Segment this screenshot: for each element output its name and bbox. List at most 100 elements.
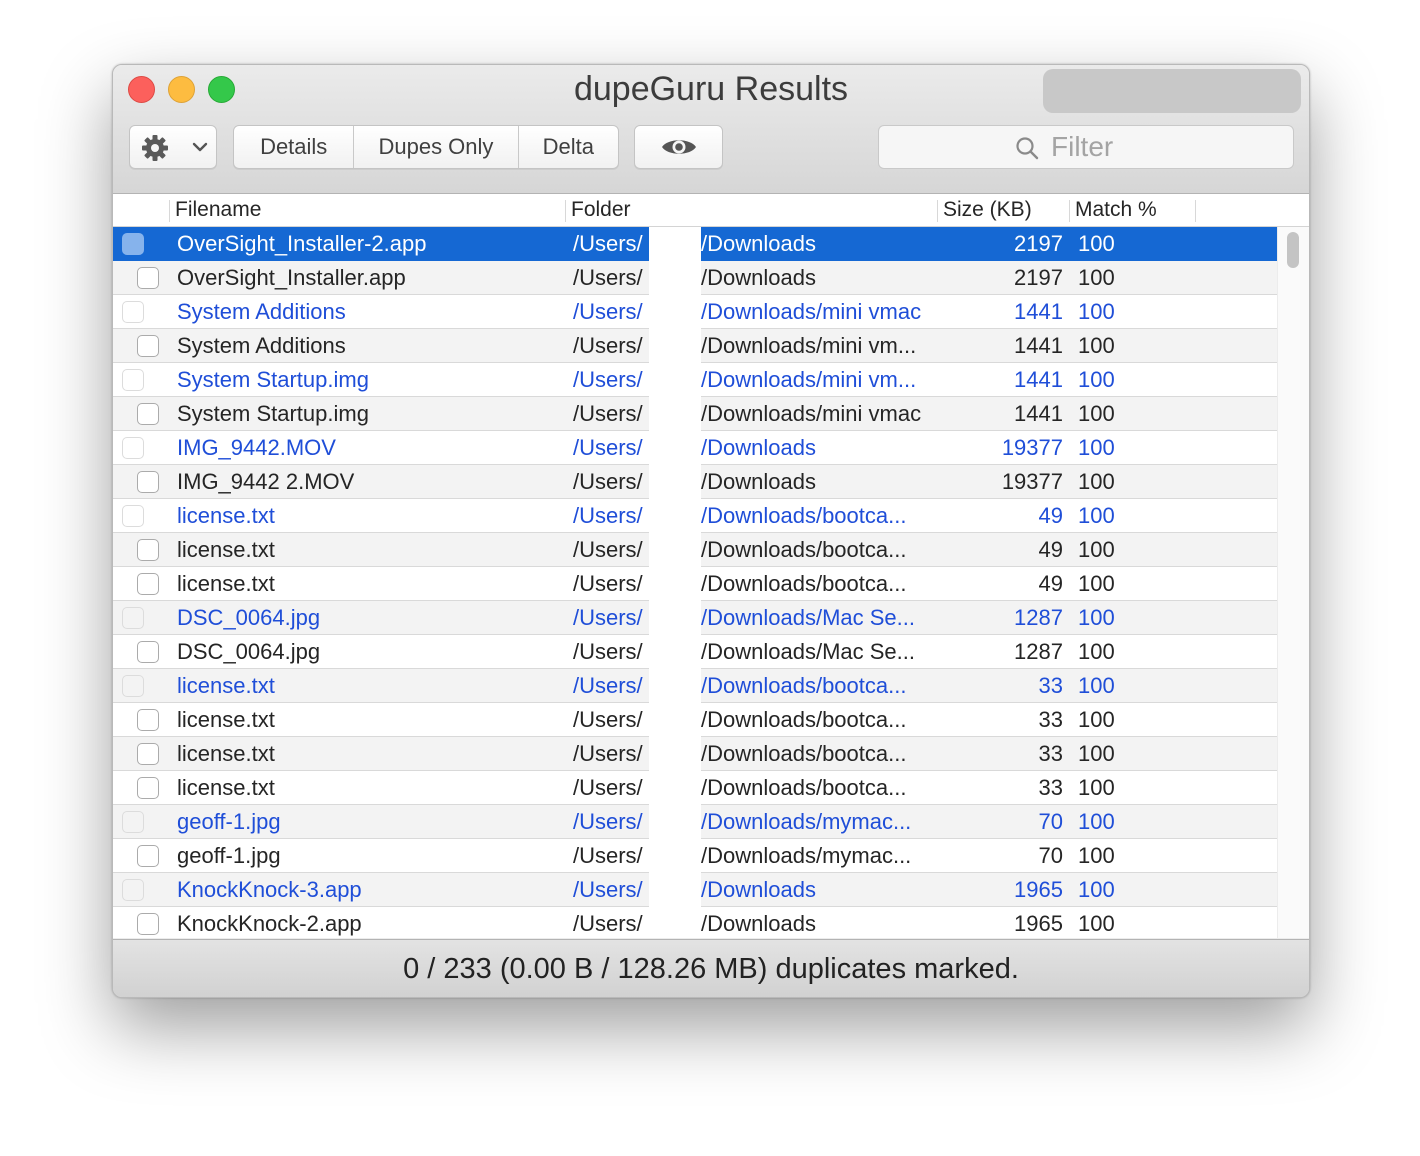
size-cell: 2197 [1014, 265, 1063, 290]
title-toolbar: dupeGuru Results Details Dupes Only Delt… [113, 65, 1309, 194]
mark-checkbox[interactable] [137, 913, 159, 935]
table-body: OverSight_Installer-2.app/Users/ /Downloa… [113, 227, 1277, 938]
column-header-filename[interactable]: Filename [175, 194, 261, 226]
folder-cell: /Downloads/mini vm... [701, 367, 917, 392]
folder-cell: /Downloads/bootca... [701, 537, 907, 562]
filename-cell: license.txt [177, 775, 275, 800]
folder-cell: /Users/ [573, 435, 643, 460]
column-header-size[interactable]: Size (KB) [943, 194, 1032, 226]
filename-cell: license.txt [177, 537, 275, 562]
filename-cell: System Additions [177, 299, 346, 324]
folder-cell: /Users/ [573, 843, 643, 868]
folder-cell: /Users/ [573, 231, 643, 256]
match-cell: 100 [1078, 877, 1115, 902]
mark-checkbox[interactable] [137, 335, 159, 357]
match-cell: 100 [1078, 435, 1115, 460]
size-cell: 1441 [1014, 367, 1063, 392]
mark-checkbox[interactable] [122, 505, 144, 527]
details-button[interactable]: Details [234, 126, 355, 168]
dupes-only-button[interactable]: Dupes Only [354, 126, 519, 168]
mark-checkbox[interactable] [137, 709, 159, 731]
size-cell: 1287 [1014, 639, 1063, 664]
match-cell: 100 [1078, 299, 1115, 324]
gear-icon [142, 135, 168, 161]
filter-input[interactable] [1051, 126, 1251, 168]
match-cell: 100 [1078, 639, 1115, 664]
folder-cell: /Users/ [573, 877, 643, 902]
column-header-match[interactable]: Match % [1075, 194, 1157, 226]
view-mode-segmented-control: Details Dupes Only Delta [233, 125, 619, 169]
filename-cell: DSC_0064.jpg [177, 639, 321, 664]
column-divider [169, 200, 170, 222]
match-cell: 100 [1078, 537, 1115, 562]
folder-cell: /Users/ [573, 537, 643, 562]
folder-cell: /Users/ [573, 571, 643, 596]
folder-cell: /Users/ [573, 299, 643, 324]
size-cell: 70 [1038, 809, 1063, 834]
mark-checkbox[interactable] [137, 267, 159, 289]
folder-cell: /Users/ [573, 333, 643, 358]
folder-cell: /Users/ [573, 605, 643, 630]
quick-look-button[interactable] [634, 125, 723, 169]
match-cell: 100 [1078, 469, 1115, 494]
folder-cell: /Downloads [701, 469, 816, 494]
mark-checkbox[interactable] [122, 811, 144, 833]
column-divider [565, 200, 566, 222]
size-cell: 70 [1038, 843, 1063, 868]
folder-cell: /Downloads/mini vmac [701, 401, 922, 426]
filename-cell: System Additions [177, 333, 346, 358]
size-cell: 49 [1038, 503, 1063, 528]
match-cell: 100 [1078, 367, 1115, 392]
mark-checkbox[interactable] [137, 539, 159, 561]
folder-cell: /Users/ [573, 707, 643, 732]
folder-cell: /Downloads/bootca... [701, 673, 907, 698]
mark-checkbox[interactable] [137, 743, 159, 765]
mark-checkbox[interactable] [137, 641, 159, 663]
mark-checkbox[interactable] [122, 675, 144, 697]
size-cell: 49 [1038, 571, 1063, 596]
folder-cell: /Downloads/bootca... [701, 741, 907, 766]
folder-cell: /Downloads/bootca... [701, 775, 907, 800]
match-cell: 100 [1078, 843, 1115, 868]
filename-cell: geoff-1.jpg [177, 843, 281, 868]
mark-checkbox[interactable] [137, 573, 159, 595]
size-cell: 1441 [1014, 333, 1063, 358]
filename-cell: license.txt [177, 673, 275, 698]
mark-checkbox[interactable] [122, 233, 144, 255]
folder-cell: /Users/ [573, 265, 643, 290]
folder-cell: /Users/ [573, 741, 643, 766]
size-cell: 33 [1038, 707, 1063, 732]
actions-menu-button[interactable] [129, 125, 217, 169]
match-cell: 100 [1078, 401, 1115, 426]
size-cell: 33 [1038, 673, 1063, 698]
mark-checkbox[interactable] [137, 403, 159, 425]
mark-checkbox[interactable] [122, 369, 144, 391]
size-cell: 33 [1038, 775, 1063, 800]
column-divider [1069, 200, 1070, 222]
vertical-scrollbar[interactable] [1277, 227, 1309, 938]
mark-checkbox[interactable] [122, 879, 144, 901]
folder-cell: /Downloads/mini vmac [701, 299, 922, 324]
results-window: dupeGuru Results Details Dupes Only Delt… [112, 64, 1310, 998]
filename-cell: IMG_9442.MOV [177, 435, 336, 460]
filter-field[interactable] [878, 125, 1294, 169]
folder-cell: /Users/ [573, 911, 643, 936]
size-cell: 1441 [1014, 401, 1063, 426]
size-cell: 19377 [1001, 435, 1063, 460]
filename-cell: KnockKnock-3.app [177, 877, 362, 902]
delta-button[interactable]: Delta [519, 126, 618, 168]
match-cell: 100 [1078, 265, 1115, 290]
filename-cell: KnockKnock-2.app [177, 911, 362, 936]
mark-checkbox[interactable] [137, 777, 159, 799]
scrollbar-thumb[interactable] [1287, 232, 1299, 268]
filename-cell: license.txt [177, 571, 275, 596]
mark-checkbox[interactable] [122, 301, 144, 323]
mark-checkbox[interactable] [137, 845, 159, 867]
column-divider [1195, 200, 1196, 222]
folder-cell: /Users/ [573, 469, 643, 494]
mark-checkbox[interactable] [122, 607, 144, 629]
mark-checkbox[interactable] [122, 437, 144, 459]
column-header-folder[interactable]: Folder [571, 194, 631, 226]
mark-checkbox[interactable] [137, 471, 159, 493]
folder-cell: /Downloads/mini vm... [701, 333, 917, 358]
